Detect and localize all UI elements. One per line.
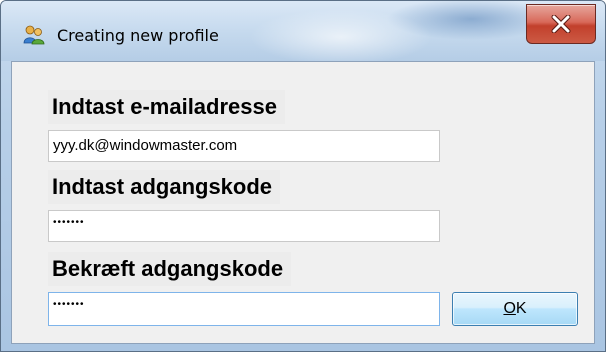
ok-button-mnemonic: O: [503, 300, 516, 317]
window-title: Creating new profile: [57, 26, 219, 45]
password-label: Indtast adgangskode: [48, 170, 281, 204]
dialog-window: Creating new profile Indtast e-mailadres…: [0, 0, 606, 352]
confirm-password-label: Bekræft adgangskode: [48, 252, 292, 286]
close-button[interactable]: [526, 4, 596, 44]
users-profile-icon: [23, 25, 45, 45]
ok-button-label: K: [515, 300, 527, 317]
dialog-body: Indtast e-mailadresse yyy.dk@windowmaste…: [11, 61, 595, 344]
confirm-password-field[interactable]: •••••••: [48, 292, 440, 326]
title-bar[interactable]: Creating new profile: [1, 1, 605, 61]
email-field[interactable]: yyy.dk@windowmaster.com: [48, 130, 440, 162]
close-icon: [551, 15, 571, 33]
email-label: Indtast e-mailadresse: [48, 90, 285, 124]
password-field[interactable]: •••••••: [48, 210, 440, 242]
ok-button[interactable]: OK: [452, 292, 578, 326]
